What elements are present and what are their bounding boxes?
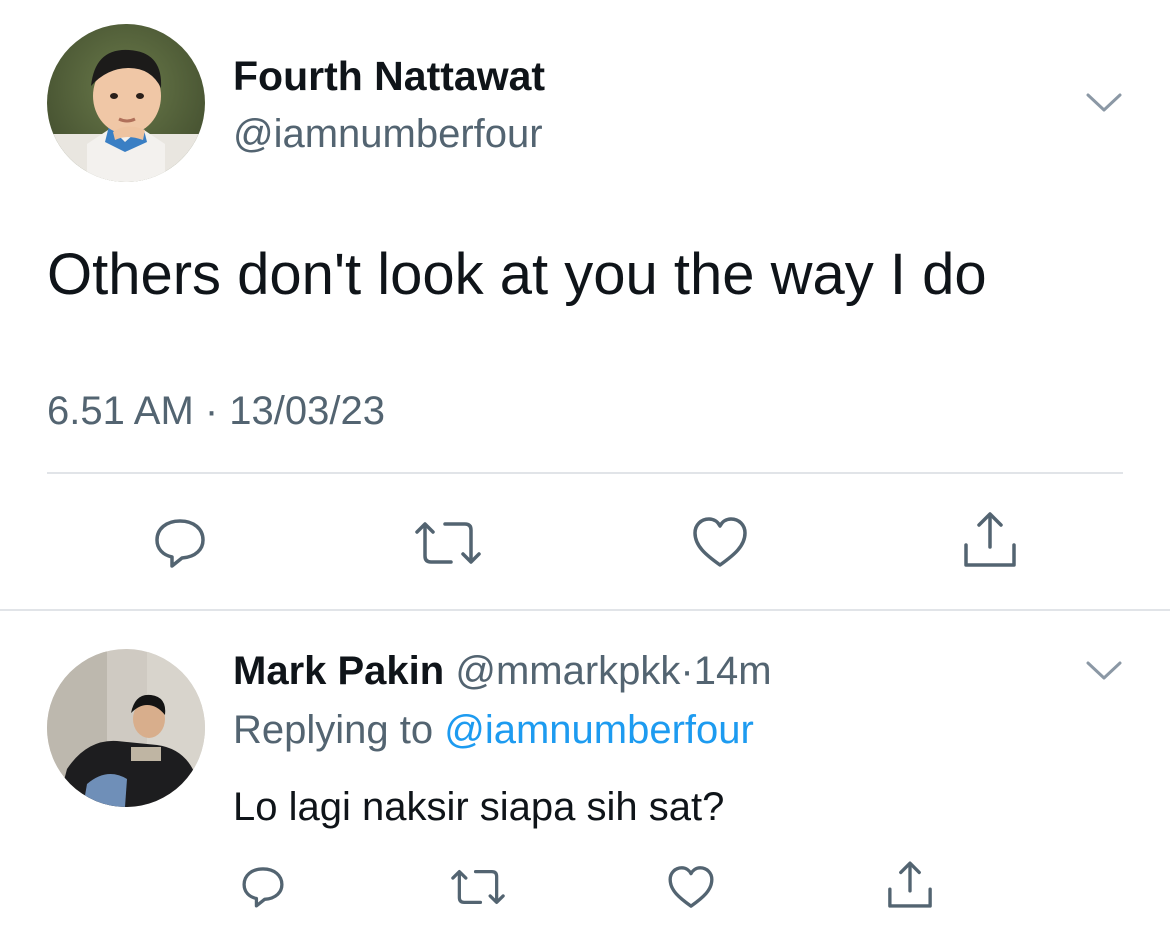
avatar-photo xyxy=(47,24,205,182)
reply-separator: · xyxy=(680,649,694,693)
main-like-icon[interactable] xyxy=(688,512,752,572)
main-tweet-text: Others don't look at you the way I do xyxy=(47,242,987,307)
reply-retweet-icon[interactable] xyxy=(447,862,509,912)
section-divider xyxy=(0,609,1170,611)
main-more-chevron-icon[interactable] xyxy=(1084,86,1124,120)
main-share-icon[interactable] xyxy=(958,508,1022,572)
reply-author-handle[interactable]: @mmarkpkk xyxy=(455,649,680,693)
main-reply-icon[interactable] xyxy=(150,514,210,572)
reply-share-icon[interactable] xyxy=(883,858,937,912)
reply-tweet-text: Lo lagi naksir siapa sih sat? xyxy=(233,785,725,829)
avatar-photo xyxy=(47,649,205,807)
reply-author-name[interactable]: Mark Pakin xyxy=(233,649,444,693)
reply-like-icon[interactable] xyxy=(664,862,718,912)
reply-more-chevron-icon[interactable] xyxy=(1084,654,1124,688)
reply-reply-icon[interactable] xyxy=(238,862,288,912)
reply-author-avatar[interactable] xyxy=(47,649,205,807)
replying-to-handle-link[interactable]: @iamnumberfour xyxy=(444,708,754,752)
replying-to-label: Replying to xyxy=(233,708,434,752)
main-author-name[interactable]: Fourth Nattawat xyxy=(233,52,545,100)
reply-header-line: Mark Pakin @mmarkpkk·14m xyxy=(233,648,772,694)
main-divider xyxy=(47,472,1123,474)
main-author-handle[interactable]: @iamnumberfour xyxy=(233,111,543,157)
main-author-avatar[interactable] xyxy=(47,24,205,182)
replying-to-line: Replying to @iamnumberfour xyxy=(233,707,754,753)
reply-time-ago[interactable]: 14m xyxy=(694,649,772,693)
main-retweet-icon[interactable] xyxy=(410,514,486,572)
main-tweet-timestamp[interactable]: 6.51 AM · 13/03/23 xyxy=(47,388,385,434)
